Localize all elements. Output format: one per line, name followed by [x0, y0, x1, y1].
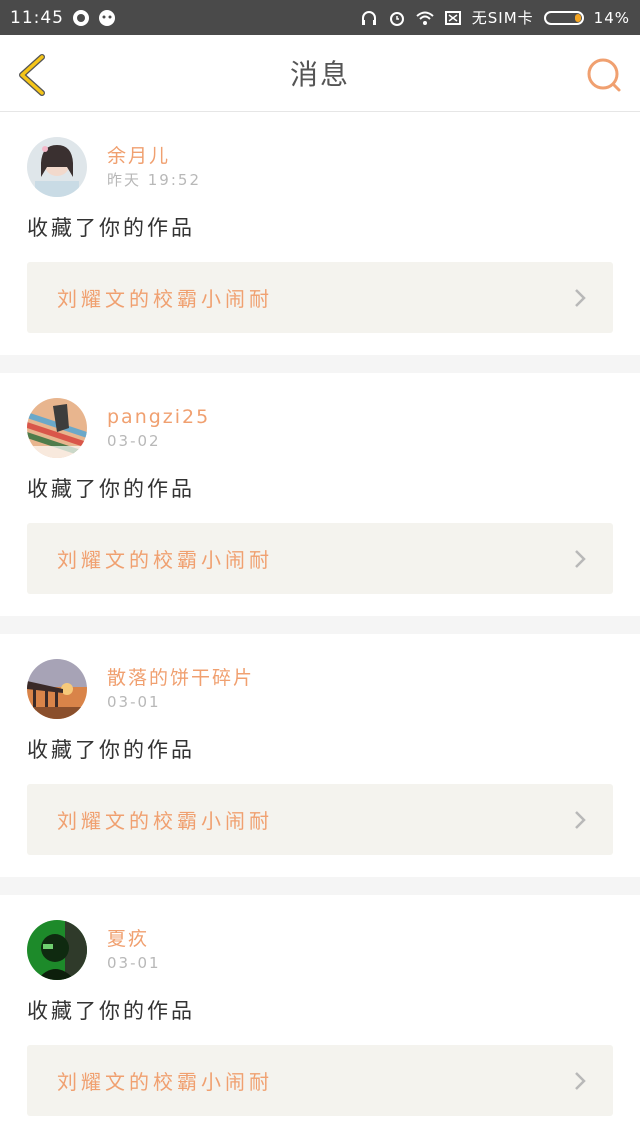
- chevron-left-icon[interactable]: [14, 53, 54, 97]
- status-bar: 11:45 无SIM卡 14%: [0, 0, 640, 35]
- user-name[interactable]: 余月儿: [107, 143, 201, 169]
- action-text: 收藏了你的作品: [27, 477, 195, 501]
- timestamp: 昨天 19:52: [107, 171, 201, 189]
- work-link[interactable]: 刘耀文的校霸小闹耐: [27, 262, 613, 333]
- carrier-text: 无SIM卡: [471, 9, 534, 27]
- work-link[interactable]: 刘耀文的校霸小闹耐: [27, 784, 613, 855]
- work-link[interactable]: 刘耀文的校霸小闹耐: [27, 1045, 613, 1116]
- action-text: 收藏了你的作品: [27, 999, 195, 1023]
- message-card: 余月儿 昨天 19:52 收藏了你的作品 刘耀文的校霸小闹耐: [0, 112, 640, 355]
- work-title: 刘耀文的校霸小闹耐: [57, 1070, 273, 1094]
- action-text: 收藏了你的作品: [27, 738, 195, 762]
- app-notification-icon-2: [99, 9, 115, 26]
- page-title: 消息: [289, 58, 350, 91]
- alarm-icon: [389, 11, 404, 26]
- avatar[interactable]: [27, 398, 87, 458]
- message-card: 散落的饼干碎片 03-01 收藏了你的作品 刘耀文的校霸小闹耐: [0, 634, 640, 877]
- timestamp: 03-01: [107, 693, 161, 711]
- work-title: 刘耀文的校霸小闹耐: [57, 809, 273, 833]
- work-title: 刘耀文的校霸小闹耐: [57, 548, 273, 572]
- timestamp: 03-01: [107, 954, 161, 972]
- nav-bar: 消息: [0, 35, 640, 112]
- message-list: 余月儿 昨天 19:52 收藏了你的作品 刘耀文的校霸小闹耐 pangzi25 …: [0, 112, 640, 1138]
- chevron-right-icon: [575, 810, 586, 829]
- user-name[interactable]: 夏疚: [107, 926, 161, 952]
- message-card: pangzi25 03-02 收藏了你的作品 刘耀文的校霸小闹耐: [0, 373, 640, 616]
- timestamp: 03-02: [107, 432, 161, 450]
- chevron-right-icon: [575, 1071, 586, 1090]
- wifi-icon: [416, 11, 434, 25]
- chevron-right-icon: [575, 288, 586, 307]
- user-name[interactable]: pangzi25: [107, 404, 210, 430]
- headphones-icon: [361, 10, 376, 25]
- chevron-right-icon: [575, 549, 586, 568]
- search-icon[interactable]: [584, 55, 624, 95]
- no-sim-icon: [444, 10, 461, 25]
- action-text: 收藏了你的作品: [27, 216, 195, 240]
- battery-percent: 14%: [593, 8, 630, 27]
- avatar[interactable]: [27, 920, 87, 980]
- status-time: 11:45: [10, 7, 64, 28]
- work-title: 刘耀文的校霸小闹耐: [57, 287, 273, 311]
- battery-icon: [543, 10, 584, 25]
- avatar[interactable]: [27, 137, 87, 197]
- app-notification-icon: [73, 9, 89, 26]
- user-name[interactable]: 散落的饼干碎片: [107, 665, 254, 691]
- avatar[interactable]: [27, 659, 87, 719]
- message-card: 夏疚 03-01 收藏了你的作品 刘耀文的校霸小闹耐: [0, 895, 640, 1138]
- work-link[interactable]: 刘耀文的校霸小闹耐: [27, 523, 613, 594]
